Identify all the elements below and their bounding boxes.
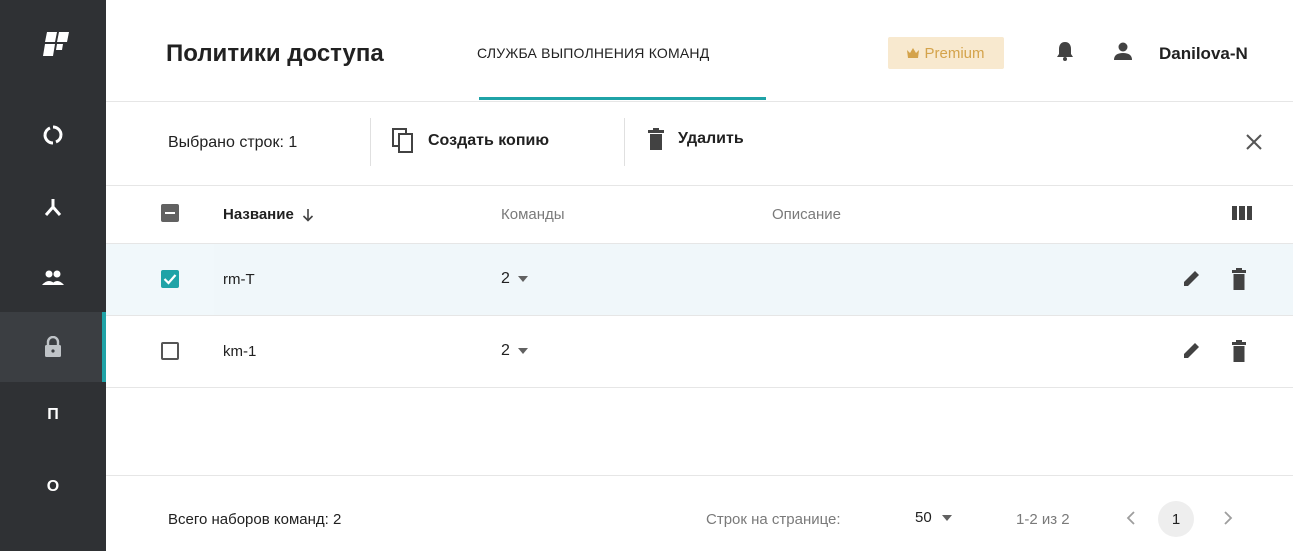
user-menu-button[interactable] [1112,40,1134,67]
edit-button[interactable] [1181,269,1201,294]
pencil-icon [1184,271,1199,286]
table-header: Название Команды Описание [106,185,1293,244]
prev-page-button[interactable] [1126,510,1136,531]
users-icon [42,270,64,285]
chevron-right-icon [1224,511,1233,525]
page-number-button[interactable]: 1 [1158,501,1194,537]
username[interactable]: Danilova-N [1159,44,1248,64]
next-page-button[interactable] [1223,510,1233,531]
select-all-checkbox[interactable] [161,204,179,222]
rows-per-page-select[interactable]: 50 [915,509,952,526]
row-name: km-1 [223,343,257,360]
header: Политики доступа СЛУЖБА ВЫПОЛНЕНИЯ КОМАН… [106,0,1293,102]
rows-per-page-value: 50 [915,509,932,526]
sidebar-item-p[interactable]: П [0,380,106,450]
pencil-icon [1184,343,1199,358]
pagination-range: 1-2 из 2 [1016,511,1070,528]
row-name: rm-T [223,271,255,288]
edit-button[interactable] [1181,341,1201,366]
row-checkbox[interactable] [161,342,179,360]
crown-icon [907,48,920,58]
lock-icon [45,336,61,357]
column-header-description[interactable]: Описание [772,206,841,223]
delete-label: Удалить [678,130,744,147]
column-header-name[interactable]: Название [223,206,314,223]
view-columns-icon [1232,206,1252,220]
delete-row-button[interactable] [1232,340,1246,367]
notifications-button[interactable] [1056,40,1074,67]
rows-per-page-label: Строк на странице: [706,511,841,528]
check-icon [163,274,177,285]
selection-action-bar: Выбрано строк: 1 Создать копию Удалить [106,101,1293,186]
sidebar-letter: П [47,406,59,423]
column-header-commands[interactable]: Команды [501,206,565,223]
divider [624,118,625,166]
table-row[interactable]: rm-T 2 [106,244,1293,316]
page-title: Политики доступа [166,40,384,67]
copy-icon [392,128,413,153]
commands-dropdown[interactable]: 2 [501,270,528,288]
commands-dropdown[interactable]: 2 [501,342,528,360]
sidebar-item-o[interactable]: О [0,452,106,522]
sidebar-item-users[interactable] [0,243,106,313]
sidebar-item-sync[interactable] [0,100,106,170]
bell-icon [1057,42,1073,61]
table-row[interactable]: km-1 2 [106,316,1293,388]
copy-label: Создать копию [428,132,549,149]
circle-arrows-icon [43,125,63,145]
premium-label: Premium [924,44,985,62]
hierarchy-icon [44,199,62,216]
selected-count: Выбрано строк: 1 [168,134,298,151]
trash-icon [1232,268,1246,290]
trash-icon [1232,340,1246,362]
trash-icon [648,128,664,150]
row-checkbox[interactable] [161,270,179,288]
column-name-label: Название [223,206,294,223]
tab-command-service[interactable]: СЛУЖБА ВЫПОЛНЕНИЯ КОМАНД [477,45,709,61]
columns-settings-button[interactable] [1232,204,1252,227]
tab-active-indicator [479,97,766,100]
premium-badge[interactable]: Premium [888,37,1004,69]
logo-icon [43,32,69,56]
commands-count: 2 [501,270,510,287]
divider [370,118,371,166]
person-icon [1114,42,1132,60]
sidebar-letter: О [46,478,60,495]
sidebar-item-access-policies[interactable] [0,312,106,382]
sidebar: П О [0,0,106,551]
sidebar-item-hierarchy[interactable] [0,172,106,242]
delete-button[interactable]: Удалить [648,128,744,150]
close-selection-button[interactable] [1244,132,1264,157]
commands-count: 2 [501,342,510,359]
delete-row-button[interactable] [1232,268,1246,295]
dropdown-arrow-icon [517,348,528,354]
copy-button[interactable]: Создать копию [392,128,549,154]
app-logo[interactable] [41,28,73,60]
dropdown-arrow-icon [941,514,952,521]
chevron-left-icon [1126,511,1135,525]
total-count: Всего наборов команд: 2 [168,511,342,528]
table-footer: Всего наборов команд: 2 Строк на страниц… [106,475,1293,552]
close-icon [1246,134,1262,150]
sort-down-icon [302,208,313,222]
dropdown-arrow-icon [517,276,528,282]
